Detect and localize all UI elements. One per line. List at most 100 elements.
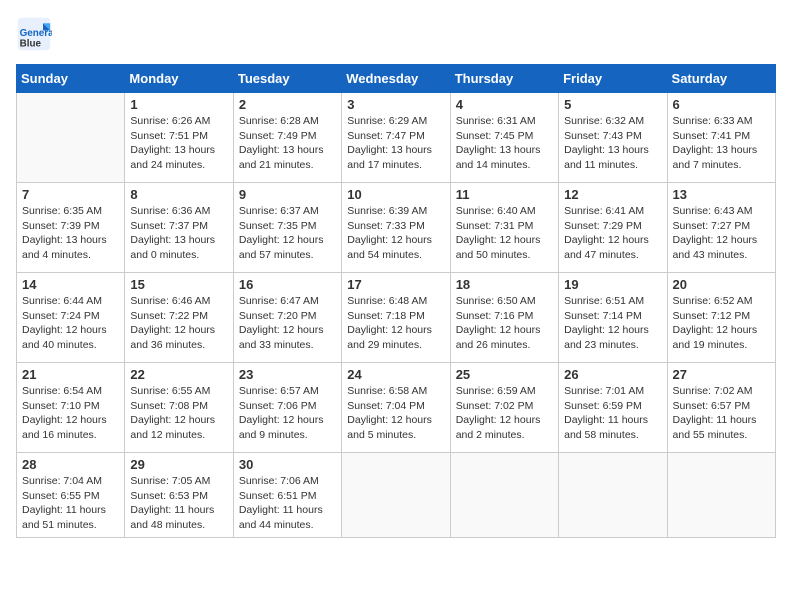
day-cell: 5 Sunrise: 6:32 AM Sunset: 7:43 PM Daylig… — [559, 93, 667, 183]
day-number: 21 — [22, 367, 119, 382]
day-cell: 12 Sunrise: 6:41 AM Sunset: 7:29 PM Dayli… — [559, 183, 667, 273]
day-header-friday: Friday — [559, 65, 667, 93]
day-info: Sunrise: 6:57 AM Sunset: 7:06 PM Dayligh… — [239, 384, 336, 443]
day-info: Sunrise: 6:33 AM Sunset: 7:41 PM Dayligh… — [673, 114, 770, 173]
calendar-table: SundayMondayTuesdayWednesdayThursdayFrid… — [16, 64, 776, 538]
calendar-header: SundayMondayTuesdayWednesdayThursdayFrid… — [17, 65, 776, 93]
day-cell: 27 Sunrise: 7:02 AM Sunset: 6:57 PM Dayli… — [667, 363, 775, 453]
day-cell: 19Sunrise: 6:51 AM Sunset: 7:14 PM Dayli… — [559, 273, 667, 363]
header-row: SundayMondayTuesdayWednesdayThursdayFrid… — [17, 65, 776, 93]
day-number: 10 — [347, 187, 444, 202]
week-row-2: 7 Sunrise: 6:35 AM Sunset: 7:39 PM Daylig… — [17, 183, 776, 273]
day-cell: 23 Sunrise: 6:57 AM Sunset: 7:06 PM Dayli… — [233, 363, 341, 453]
day-info: Sunrise: 7:02 AM Sunset: 6:57 PM Dayligh… — [673, 384, 770, 443]
svg-text:Blue: Blue — [20, 39, 42, 50]
day-header-thursday: Thursday — [450, 65, 558, 93]
day-cell: 25Sunrise: 6:59 AM Sunset: 7:02 PM Dayli… — [450, 363, 558, 453]
day-cell: 11Sunrise: 6:40 AM Sunset: 7:31 PM Dayli… — [450, 183, 558, 273]
week-row-3: 14 Sunrise: 6:44 AM Sunset: 7:24 PM Dayli… — [17, 273, 776, 363]
day-cell: 1Sunrise: 6:26 AM Sunset: 7:51 PM Daylig… — [125, 93, 233, 183]
day-info: Sunrise: 6:37 AM Sunset: 7:35 PM Dayligh… — [239, 204, 336, 263]
day-cell: 29 Sunrise: 7:05 AM Sunset: 6:53 PM Dayli… — [125, 453, 233, 538]
day-number: 2 — [239, 97, 336, 112]
day-info: Sunrise: 7:01 AM Sunset: 6:59 PM Dayligh… — [564, 384, 661, 443]
calendar-body: 1Sunrise: 6:26 AM Sunset: 7:51 PM Daylig… — [17, 93, 776, 538]
page-header: General Blue — [16, 16, 776, 52]
day-number: 14 — [22, 277, 119, 292]
day-number: 30 — [239, 457, 336, 472]
day-info: Sunrise: 7:06 AM Sunset: 6:51 PM Dayligh… — [239, 474, 336, 533]
day-info: Sunrise: 6:39 AM Sunset: 7:33 PM Dayligh… — [347, 204, 444, 263]
day-header-monday: Monday — [125, 65, 233, 93]
day-cell: 6 Sunrise: 6:33 AM Sunset: 7:41 PM Daylig… — [667, 93, 775, 183]
day-number: 27 — [673, 367, 770, 382]
day-number: 1 — [130, 97, 227, 112]
day-cell: 24Sunrise: 6:58 AM Sunset: 7:04 PM Dayli… — [342, 363, 450, 453]
day-number: 4 — [456, 97, 553, 112]
day-number: 7 — [22, 187, 119, 202]
day-cell: 16 Sunrise: 6:47 AM Sunset: 7:20 PM Dayli… — [233, 273, 341, 363]
day-header-tuesday: Tuesday — [233, 65, 341, 93]
day-info: Sunrise: 6:55 AM Sunset: 7:08 PM Dayligh… — [130, 384, 227, 443]
day-number: 6 — [673, 97, 770, 112]
day-cell: 10 Sunrise: 6:39 AM Sunset: 7:33 PM Dayli… — [342, 183, 450, 273]
day-info: Sunrise: 6:46 AM Sunset: 7:22 PM Dayligh… — [130, 294, 227, 353]
day-cell: 28 Sunrise: 7:04 AM Sunset: 6:55 PM Dayli… — [17, 453, 125, 538]
day-cell — [559, 453, 667, 538]
day-cell: 30 Sunrise: 7:06 AM Sunset: 6:51 PM Dayli… — [233, 453, 341, 538]
day-number: 11 — [456, 187, 553, 202]
day-info: Sunrise: 6:31 AM Sunset: 7:45 PM Dayligh… — [456, 114, 553, 173]
day-info: Sunrise: 7:04 AM Sunset: 6:55 PM Dayligh… — [22, 474, 119, 533]
day-cell: 7 Sunrise: 6:35 AM Sunset: 7:39 PM Daylig… — [17, 183, 125, 273]
day-info: Sunrise: 6:41 AM Sunset: 7:29 PM Dayligh… — [564, 204, 661, 263]
day-cell: 17 Sunrise: 6:48 AM Sunset: 7:18 PM Dayli… — [342, 273, 450, 363]
day-number: 9 — [239, 187, 336, 202]
day-cell — [17, 93, 125, 183]
day-number: 18 — [456, 277, 553, 292]
logo: General Blue — [16, 16, 56, 52]
day-info: Sunrise: 6:35 AM Sunset: 7:39 PM Dayligh… — [22, 204, 119, 263]
day-info: Sunrise: 6:48 AM Sunset: 7:18 PM Dayligh… — [347, 294, 444, 353]
day-cell — [450, 453, 558, 538]
day-number: 22 — [130, 367, 227, 382]
day-cell: 26 Sunrise: 7:01 AM Sunset: 6:59 PM Dayli… — [559, 363, 667, 453]
day-number: 16 — [239, 277, 336, 292]
day-info: Sunrise: 7:05 AM Sunset: 6:53 PM Dayligh… — [130, 474, 227, 533]
day-number: 5 — [564, 97, 661, 112]
day-info: Sunrise: 6:44 AM Sunset: 7:24 PM Dayligh… — [22, 294, 119, 353]
day-header-saturday: Saturday — [667, 65, 775, 93]
day-cell: 3 Sunrise: 6:29 AM Sunset: 7:47 PM Daylig… — [342, 93, 450, 183]
day-number: 13 — [673, 187, 770, 202]
day-cell: 13Sunrise: 6:43 AM Sunset: 7:27 PM Dayli… — [667, 183, 775, 273]
day-number: 29 — [130, 457, 227, 472]
day-number: 28 — [22, 457, 119, 472]
day-header-wednesday: Wednesday — [342, 65, 450, 93]
day-cell: 14 Sunrise: 6:44 AM Sunset: 7:24 PM Dayli… — [17, 273, 125, 363]
day-number: 8 — [130, 187, 227, 202]
day-number: 12 — [564, 187, 661, 202]
day-header-sunday: Sunday — [17, 65, 125, 93]
day-number: 15 — [130, 277, 227, 292]
day-number: 3 — [347, 97, 444, 112]
day-cell — [342, 453, 450, 538]
day-number: 25 — [456, 367, 553, 382]
day-info: Sunrise: 6:51 AM Sunset: 7:14 PM Dayligh… — [564, 294, 661, 353]
day-number: 24 — [347, 367, 444, 382]
day-info: Sunrise: 6:47 AM Sunset: 7:20 PM Dayligh… — [239, 294, 336, 353]
day-info: Sunrise: 6:29 AM Sunset: 7:47 PM Dayligh… — [347, 114, 444, 173]
day-cell: 22 Sunrise: 6:55 AM Sunset: 7:08 PM Dayli… — [125, 363, 233, 453]
day-info: Sunrise: 6:36 AM Sunset: 7:37 PM Dayligh… — [130, 204, 227, 263]
day-cell: 18 Sunrise: 6:50 AM Sunset: 7:16 PM Dayli… — [450, 273, 558, 363]
week-row-1: 1Sunrise: 6:26 AM Sunset: 7:51 PM Daylig… — [17, 93, 776, 183]
week-row-4: 21Sunrise: 6:54 AM Sunset: 7:10 PM Dayli… — [17, 363, 776, 453]
day-info: Sunrise: 6:28 AM Sunset: 7:49 PM Dayligh… — [239, 114, 336, 173]
day-number: 17 — [347, 277, 444, 292]
day-info: Sunrise: 6:32 AM Sunset: 7:43 PM Dayligh… — [564, 114, 661, 173]
day-cell: 9 Sunrise: 6:37 AM Sunset: 7:35 PM Daylig… — [233, 183, 341, 273]
day-number: 20 — [673, 277, 770, 292]
day-number: 26 — [564, 367, 661, 382]
day-info: Sunrise: 6:52 AM Sunset: 7:12 PM Dayligh… — [673, 294, 770, 353]
day-cell — [667, 453, 775, 538]
day-number: 23 — [239, 367, 336, 382]
day-info: Sunrise: 6:50 AM Sunset: 7:16 PM Dayligh… — [456, 294, 553, 353]
